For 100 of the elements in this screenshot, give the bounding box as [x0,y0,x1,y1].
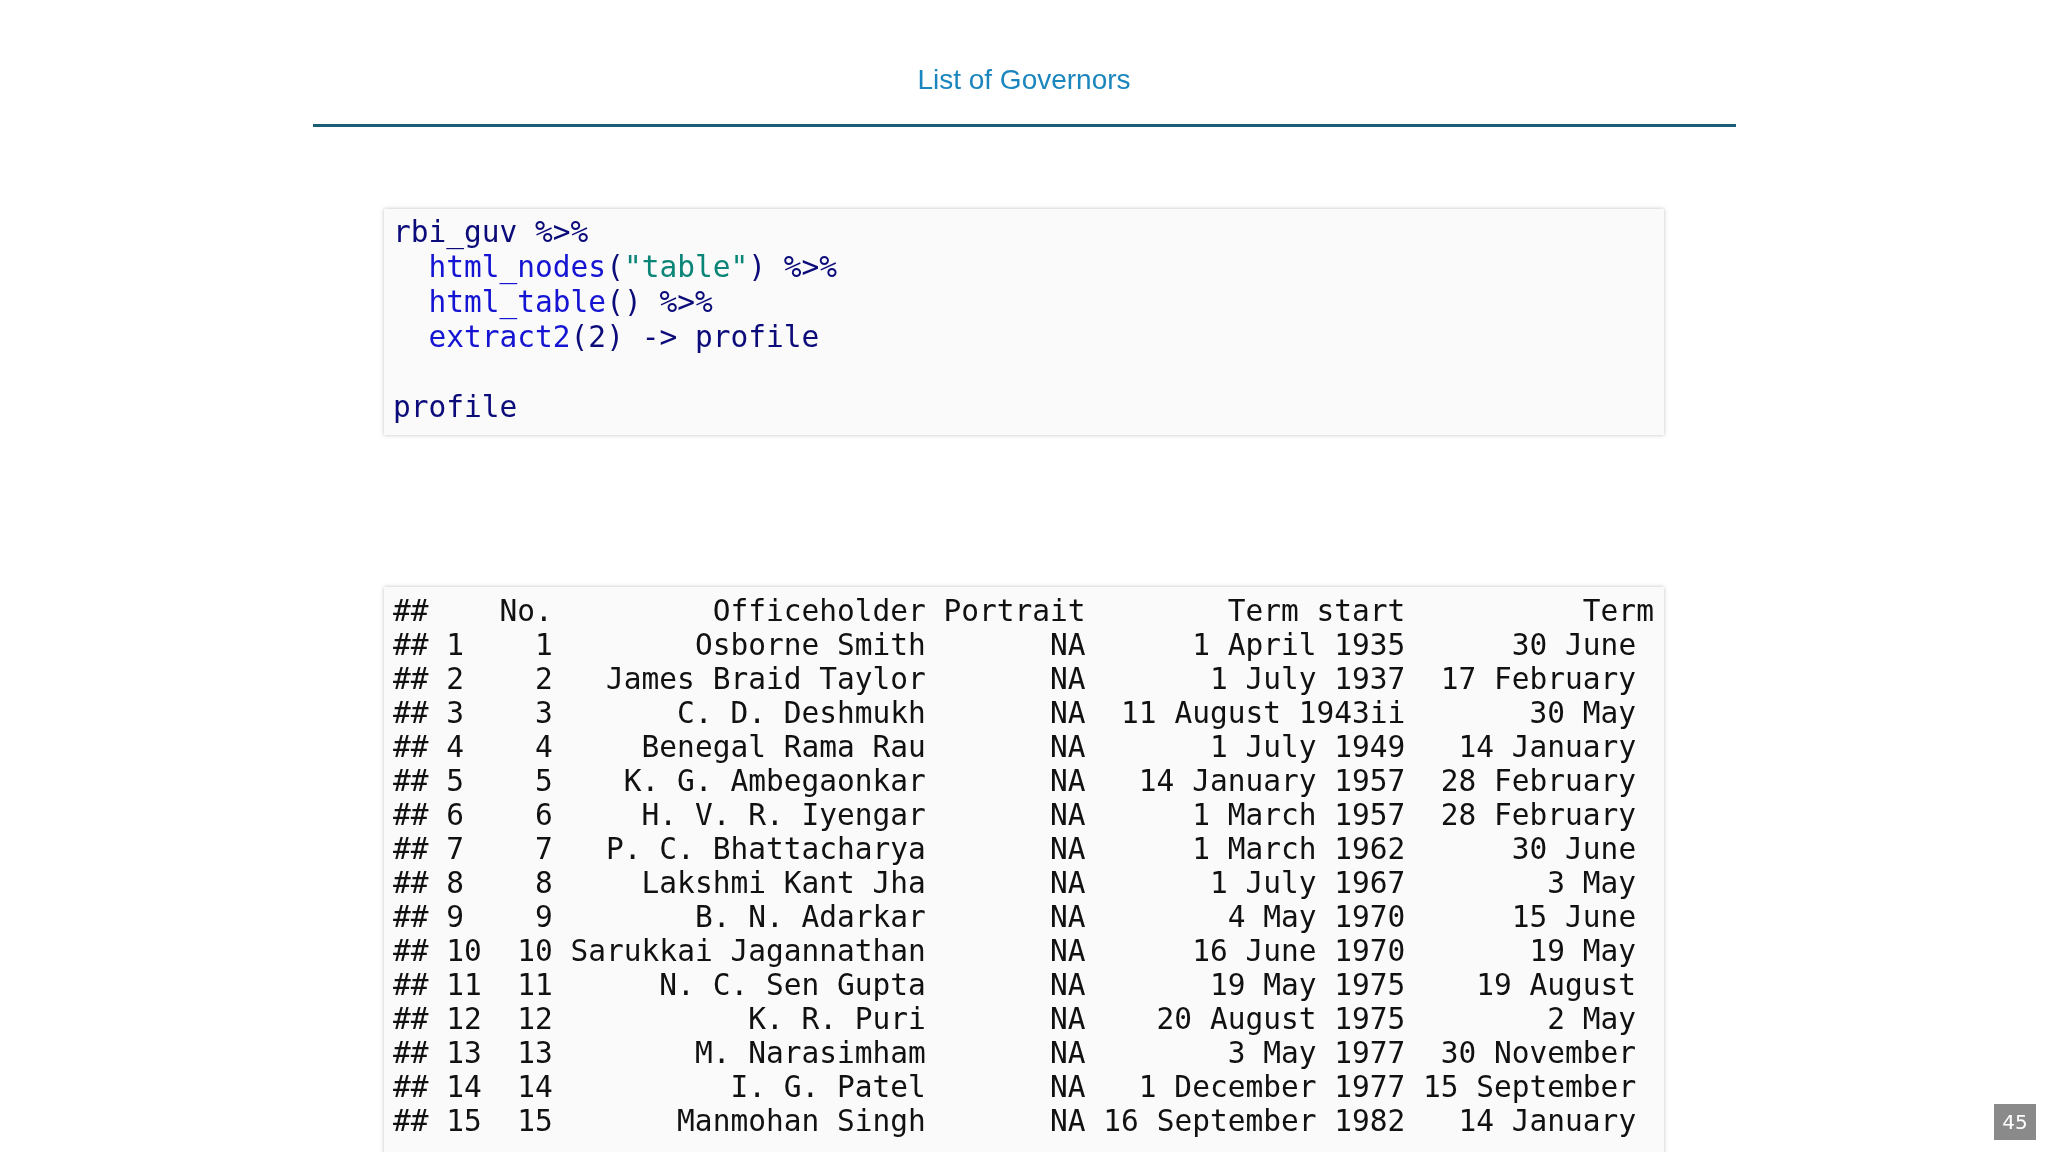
code-line: html_table() %>% [428,285,713,320]
table-cell-text: 3 [534,696,553,730]
table-cell-text: Benegal Rama Rau [640,730,926,764]
table-cell-text: 1 [534,628,553,662]
code-line: html_nodes("table") %>% [428,250,838,285]
table-cell-text: 20 August 1975 [1155,1002,1406,1036]
table-cell-text: 11 [516,968,553,1002]
output-prefix: ## [393,900,429,934]
code-line: extract2(2) -> profile [428,320,820,355]
output-prefix: ## [393,934,429,968]
table-cell-text: 2 May [1546,1002,1638,1036]
row-name: 9 [446,900,466,934]
table-cell-text: 15 [516,1104,553,1138]
row-name: 5 [446,764,466,798]
table-cell-text: NA [1049,832,1086,866]
table-cell-text: 10 [516,934,553,968]
table-cell-text: NA [1049,1070,1086,1104]
table-cell-text: C. D. Deshmukh [676,696,926,730]
table-cell-text: 3 May 1977 [1226,1036,1406,1070]
table-cell-text: 1 July 1937 [1208,662,1406,696]
output-prefix: ## [393,1036,429,1070]
output-prefix: ## [393,1002,429,1036]
table-cell-text: 6 [534,798,553,832]
table-cell-text: Lakshmi Kant Jha [640,866,926,900]
table-cell-text: 15 June [1510,900,1638,934]
table-cell-text: 28 February [1439,798,1638,832]
table-cell-text: 4 May 1970 [1226,900,1406,934]
table-cell-text: I. G. Patel [729,1070,926,1104]
output-prefix: ## [393,866,429,900]
table-cell-text: 28 February [1439,764,1638,798]
output-prefix: ## [393,798,429,832]
row-name: 4 [446,730,466,764]
table-cell-text: NA [1049,628,1086,662]
table-cell-text: 4 [534,730,553,764]
output-prefix: ## [393,1070,429,1104]
table-cell-text: James Braid Taylor [605,662,926,696]
table-cell-text: 14 January [1457,1104,1638,1138]
table-cell-text: 5 [534,764,553,798]
table-cell-text: 3 May [1546,866,1638,900]
table-cell-text: NA [1049,968,1086,1002]
table-cell-text: NA [1049,730,1086,764]
table-cell-text: 1 March 1962 [1191,832,1406,866]
code-line: profile [393,390,518,425]
output-prefix: ## [393,696,429,730]
column-header: Portrait [943,594,1086,628]
output-prefix: ## [393,730,429,764]
table-cell: 16 September 1982 [1103,1104,1406,1138]
table-cell-text: 11 August 1943ii [1120,696,1406,730]
table-cell-text: Manmohan Singh [676,1104,926,1138]
code-line: rbi_guv %>% [393,215,589,250]
table-cell-text: Osborne Smith [693,628,926,662]
table-cell-text: 19 May [1528,934,1638,968]
table-cell-text: 19 May 1975 [1208,968,1406,1002]
table-cell-text: 1 July 1949 [1208,730,1406,764]
table-cell-text: 12 [516,1002,553,1036]
table-cell-text: P. C. Bhattacharya [605,832,926,866]
row-name: 8 [446,866,466,900]
table-cell-text: 1 July 1967 [1208,866,1406,900]
table-cell-text: K. R. Puri [747,1002,926,1036]
table-cell-text: 14 January 1957 [1137,764,1406,798]
table-cell-text: B. N. Adarkar [693,900,926,934]
row-name: 15 [446,1104,482,1138]
row-name: 6 [446,798,466,832]
table-cell-text: 14 January [1457,730,1638,764]
table-cell-text: N. C. Sen Gupta [658,968,926,1002]
column-header: Term start [1226,594,1406,628]
column-header: Term [1581,594,1654,628]
table-cell-text: NA [1049,798,1086,832]
row-name: 10 [446,934,482,968]
table-cell-text: 16 June 1970 [1191,934,1406,968]
table-cell-text: NA [1049,1002,1086,1036]
table-cell-text: NA [1049,696,1086,730]
table-cell-text: NA [1049,900,1086,934]
row-name: 1 [446,628,466,662]
table-cell-text: 8 [534,866,553,900]
table-cell-text: 13 [516,1036,553,1070]
table-cell-text: 9 [534,900,553,934]
row-name: 12 [446,1002,482,1036]
table-cell-text: NA [1049,1036,1086,1070]
table-cell-text: 7 [534,832,553,866]
table-cell-text: 30 June [1510,628,1638,662]
table-cell-text: 30 November [1439,1036,1638,1070]
table-cell-text: 2 [534,662,553,696]
column-header: Officeholder [711,594,926,628]
row-name: 11 [446,968,482,1002]
page-number: 45 [1994,1104,2036,1140]
output-prefix: ## [393,832,429,866]
table-cell-text: 30 May [1528,696,1638,730]
output-prefix: ## [393,594,429,628]
table-cell-text: 30 June [1510,832,1638,866]
slide-title: List of Governors [917,64,1131,96]
output-prefix: ## [393,662,429,696]
table-cell-text: NA [1049,764,1086,798]
output-prefix: ## [393,968,429,1002]
output-prefix: ## [393,628,429,662]
table-cell-text: 14 [516,1070,553,1104]
row-name: 13 [446,1036,482,1070]
output-prefix: ## [393,764,429,798]
table-cell: Sarukkai Jagannathan [570,934,926,968]
table-cell-text: 1 April 1935 [1191,628,1406,662]
